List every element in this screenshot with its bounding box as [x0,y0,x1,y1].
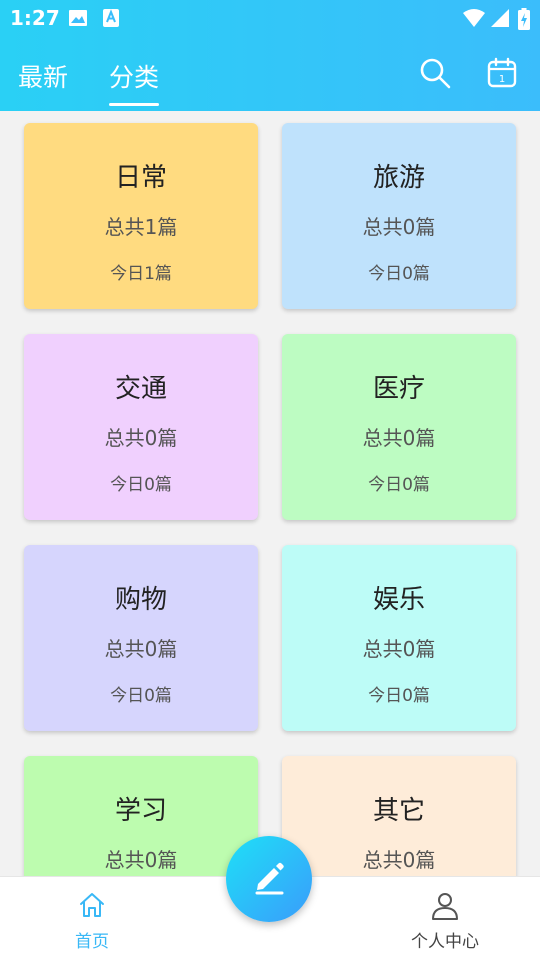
category-total: 总共0篇 [104,426,178,450]
category-today: 今日0篇 [368,264,430,284]
category-title: 购物 [114,585,167,615]
category-title: 交通 [114,374,167,404]
category-title: 学习 [114,796,167,826]
new-note-button[interactable] [226,836,312,922]
category-total: 总共1篇 [104,215,178,239]
category-today: 今日0篇 [110,686,172,706]
nav-home[interactable]: 首页 [32,877,152,960]
category-card-travel[interactable]: 旅游 总共0篇 今日0篇 [282,123,516,309]
category-card-shopping[interactable]: 购物 总共0篇 今日0篇 [24,545,258,731]
battery-icon [518,8,530,34]
category-total: 总共0篇 [362,215,436,239]
status-bar: 1:27 [0,0,540,36]
category-title: 其它 [372,796,425,826]
category-total: 总共0篇 [362,637,436,661]
category-total: 总共0篇 [104,848,178,872]
category-total: 总共0篇 [104,637,178,661]
nav-home-label: 首页 [75,932,109,952]
category-card-transport[interactable]: 交通 总共0篇 今日0篇 [24,334,258,520]
search-icon[interactable] [418,56,452,90]
category-today: 今日0篇 [368,475,430,495]
category-card-entertainment[interactable]: 娱乐 总共0篇 今日0篇 [282,545,516,731]
category-today: 今日0篇 [110,475,172,495]
app-header: 1:27 最新 分类 1 [0,0,540,111]
category-card-daily[interactable]: 日常 总共1篇 今日1篇 [24,123,258,309]
category-total: 总共0篇 [362,426,436,450]
nav-profile[interactable]: 个人中心 [385,877,505,960]
calendar-icon[interactable]: 1 [486,56,520,90]
category-grid: 日常 总共1篇 今日1篇 旅游 总共0篇 今日0篇 交通 总共0篇 今日0篇 医… [0,111,540,876]
category-title: 日常 [114,163,167,193]
person-icon [432,893,458,920]
category-title: 医疗 [372,374,425,404]
edit-pencil-icon [249,857,289,901]
image-icon [68,8,88,32]
category-card-study[interactable]: 学习 总共0篇 [24,756,258,876]
nav-profile-label: 个人中心 [411,932,479,952]
category-card-other[interactable]: 其它 总共0篇 [282,756,516,876]
category-card-medical[interactable]: 医疗 总共0篇 今日0篇 [282,334,516,520]
category-total: 总共0篇 [362,848,436,872]
wifi-icon [462,8,486,32]
signal-icon [490,8,510,32]
category-today: 今日0篇 [368,686,430,706]
category-title: 娱乐 [372,585,425,615]
category-title: 旅游 [372,163,425,193]
tab-latest[interactable]: 最新 [18,58,68,94]
status-time: 1:27 [10,6,60,30]
a-notification-icon [102,8,120,32]
tab-categories[interactable]: 分类 [109,58,160,106]
svg-text:1: 1 [499,74,505,85]
home-icon [80,893,104,917]
category-today: 今日1篇 [110,264,172,284]
